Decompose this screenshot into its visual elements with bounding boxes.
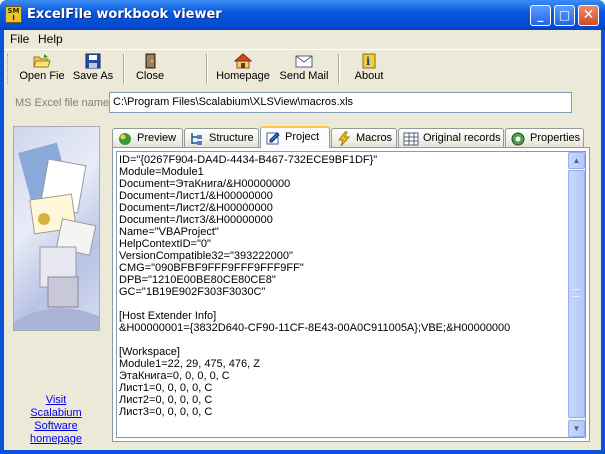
homepage-label: Homepage [216,70,270,82]
text-line: Document=ЭтаКнига/&H00000000 [119,178,291,190]
homepage-button[interactable]: Homepage [213,53,273,87]
home-icon [234,53,252,69]
about-button[interactable]: i About [349,53,389,87]
tab-label: Structure [209,132,254,144]
scroll-down-button[interactable]: ▼ [568,420,585,437]
toolbar-separator [338,54,340,84]
title-bar[interactable]: SM I ExcelFile workbook viewer _ □ ✕ [0,0,605,30]
window-title: ExcelFile workbook viewer [27,7,222,22]
tab-label: Project [285,131,320,143]
menu-file[interactable]: File [10,32,29,46]
open-file-label: Open Fie [19,70,65,82]
tab-properties[interactable]: Properties [505,128,584,147]
tab-label: Properties [530,132,581,144]
text-line: [Workspace] [119,346,180,358]
minimize-button[interactable]: _ [530,5,551,26]
tab-macros[interactable]: Macros [331,128,397,147]
project-text-content: ID="{0267F904-DA4D-4434-B467-732ECE9BF1D… [119,154,567,418]
records-icon [403,132,419,146]
text-line: &H00000001={3832D640-CF90-11CF-8E43-00A0… [119,322,511,334]
text-line: CMG="090BFBF9FFF9FFF9FFF9FF" [119,262,304,274]
text-line: Name="VBAProject" [119,226,219,238]
file-path-bar: MS Excel file name: C:\Program Files\Sca… [4,90,601,116]
tab-label: Preview [137,132,177,144]
menu-bar: File Help [4,30,601,48]
tab-original-records[interactable]: Original records [398,128,504,147]
send-mail-label: Send Mail [279,70,329,82]
tab-project[interactable]: Project [260,126,330,148]
save-as-label: Save As [72,70,114,82]
open-folder-icon [33,54,51,68]
tab-preview[interactable]: Preview [112,128,183,147]
toolbar-grip[interactable] [7,54,10,84]
vertical-scrollbar[interactable]: ▲ ▼ [568,152,585,437]
tab-label: Macros [356,132,393,144]
thumb-grip [573,289,580,297]
visit-homepage-link[interactable]: Visit Scalabium Software homepage [8,394,104,446]
close-file-button[interactable]: Close [130,53,170,87]
product-banner-image [13,126,100,331]
app-window: SM I ExcelFile workbook viewer _ □ ✕ File… [0,0,605,454]
client-area: File Help Open Fie Save As Close Homepag… [4,30,601,450]
text-line: Module=Module1 [119,166,204,178]
macros-icon [338,131,351,146]
project-text-area[interactable]: ID="{0267F904-DA4D-4434-B467-732ECE9BF1D… [116,151,586,438]
file-name-label: MS Excel file name: [15,97,113,109]
text-line: GC="1B19E902F303F3030C" [119,286,266,298]
close-window-button[interactable]: ✕ [578,5,599,26]
app-icon[interactable]: SM I [5,6,22,23]
project-icon [266,132,280,145]
tab-label: Original records [423,132,501,144]
left-panel: Visit Scalabium Software homepage [8,126,104,446]
text-line [119,298,567,310]
close-door-icon [145,53,156,69]
text-line: DPB="1210E00BE80CE80CE8" [119,274,276,286]
text-line: ID="{0267F904-DA4D-4434-B467-732ECE9BF1D… [119,154,378,166]
tab-strip: Preview Structure Project Macros Origina… [112,126,590,148]
text-line: Module1=22, 29, 475, 476, Z [119,358,260,370]
scroll-up-button[interactable]: ▲ [568,152,585,169]
floppy-disk-icon [85,53,101,69]
file-name-field[interactable]: C:\Program Files\Scalabium\XLSView\macro… [109,92,572,113]
text-line: HelpContextID="0" [119,238,211,250]
text-line: VersionCompatible32="393222000" [119,250,293,262]
text-line: Document=Лист1/&H00000000 [119,190,273,202]
text-line: Document=Лист2/&H00000000 [119,202,273,214]
structure-icon [191,133,202,145]
documents-illustration-icon [14,142,99,330]
text-line: Лист3=0, 0, 0, 0, C [119,406,213,418]
toolbar: Open Fie Save As Close Homepage Send Mai… [4,49,601,89]
menu-help[interactable]: Help [38,32,63,46]
visit-link-line: Visit [45,394,67,406]
text-line: ЭтаКнига=0, 0, 0, 0, C [119,370,230,382]
text-line [119,334,567,346]
toolbar-separator [206,54,208,84]
visit-link-line: homepage [30,433,82,445]
properties-icon [511,132,525,146]
text-line: [Host Extender Info] [119,310,217,322]
open-file-button[interactable]: Open Fie [16,53,68,87]
send-mail-button[interactable]: Send Mail [275,53,333,87]
info-icon: i [362,53,376,69]
preview-icon [119,133,131,145]
maximize-button[interactable]: □ [554,5,575,26]
close-file-label: Close [135,70,165,82]
envelope-icon [295,55,313,68]
tab-structure[interactable]: Structure [184,128,259,147]
save-as-button[interactable]: Save As [68,53,118,87]
project-tab-panel: ID="{0267F904-DA4D-4434-B467-732ECE9BF1D… [112,147,590,442]
visit-link-line: Scalabium Software [30,407,82,432]
toolbar-separator [123,54,125,84]
about-label: About [354,70,384,82]
svg-text:i: i [366,55,370,68]
text-line: Лист2=0, 0, 0, 0, C [119,394,213,406]
text-line: Document=Лист3/&H00000000 [119,214,273,226]
text-line: Лист1=0, 0, 0, 0, C [119,382,213,394]
scroll-thumb[interactable] [568,170,585,418]
